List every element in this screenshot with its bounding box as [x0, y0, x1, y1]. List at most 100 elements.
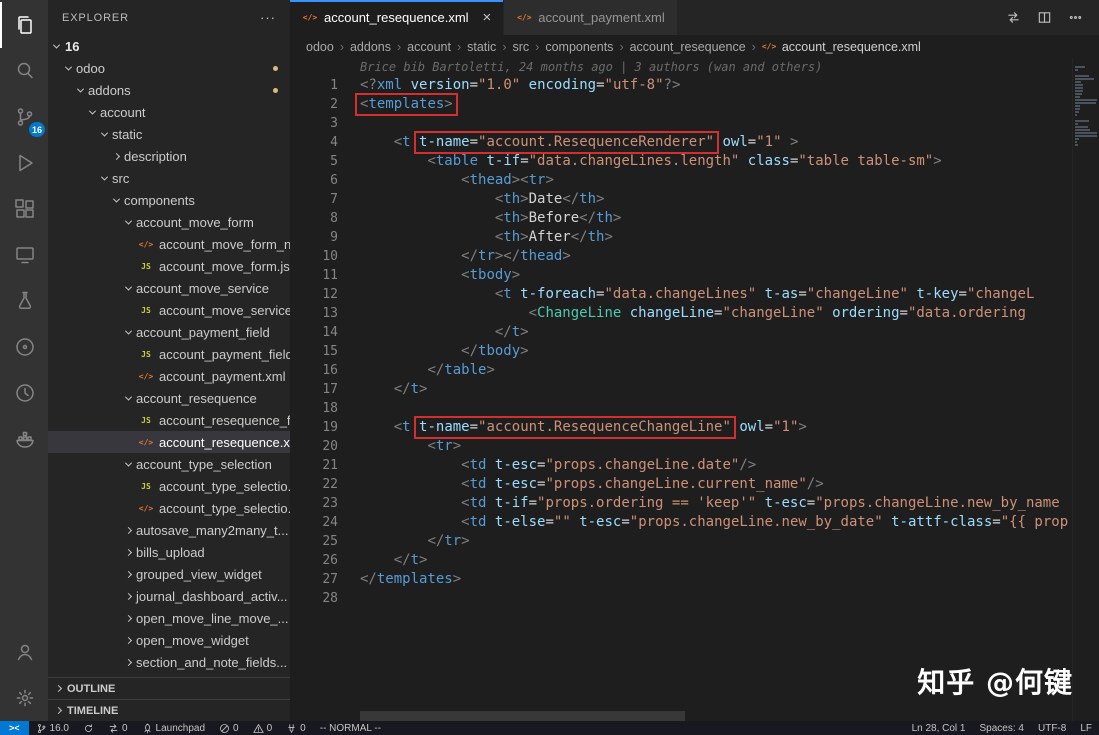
extension-circle-icon[interactable] — [0, 324, 48, 370]
tree-item-section-and-note-fields-[interactable]: section_and_note_fields... — [48, 651, 290, 673]
tree-item-autosave-many2many-t-[interactable]: autosave_many2many_t... — [48, 519, 290, 541]
more-actions-icon[interactable]: ··· — [260, 10, 276, 25]
scrollbar-thumb[interactable] — [360, 711, 685, 721]
cursor-position[interactable]: Ln 28, Col 1 — [905, 721, 973, 735]
code-line[interactable]: 6 <thead><tr> — [290, 171, 1099, 190]
code-line[interactable]: 14 </t> — [290, 323, 1099, 342]
code-line[interactable]: 8 <th>Before</th> — [290, 209, 1099, 228]
breadcrumb-item[interactable]: odoo — [306, 40, 334, 54]
close-icon[interactable]: × — [483, 10, 492, 25]
code-line[interactable]: 7 <th>Date</th> — [290, 190, 1099, 209]
tree-item-account-move-service[interactable]: account_move_service — [48, 277, 290, 299]
breadcrumb-item[interactable]: src — [512, 40, 529, 54]
sync-changes[interactable] — [76, 721, 101, 735]
extensions-icon[interactable] — [0, 186, 48, 232]
vim-mode[interactable]: -- NORMAL -- — [313, 721, 388, 735]
code-line[interactable]: 15 </tbody> — [290, 342, 1099, 361]
code-line[interactable]: 1 <?xml version="1.0" encoding="utf-8"?> — [290, 76, 1099, 95]
sidebar-panel-timeline[interactable]: TIMELINE — [48, 699, 290, 721]
tab-account-resequence-xml[interactable]: </> account_resequence.xml × — [290, 0, 505, 35]
code-line[interactable]: 12 <t t-foreach="data.changeLines" t-as=… — [290, 285, 1099, 304]
remote-indicator[interactable]: >< — [0, 721, 29, 735]
sidebar-panel-outline[interactable]: OUTLINE — [48, 677, 290, 699]
tree-item-addons[interactable]: addons — [48, 79, 290, 101]
tree-item-open-move-line-move-[interactable]: open_move_line_move_... — [48, 607, 290, 629]
encoding[interactable]: UTF-8 — [1031, 721, 1073, 735]
breadcrumb-item[interactable]: static — [467, 40, 496, 54]
tree-item-account-move-form-n-[interactable]: </> account_move_form_n... — [48, 233, 290, 255]
manage-icon[interactable] — [0, 675, 48, 721]
tree-item-account-resequence-xml[interactable]: </> account_resequence.xml — [48, 431, 290, 453]
tree-item-account-payment-field-js[interactable]: JS account_payment_field.js — [48, 343, 290, 365]
extension-clock-icon[interactable] — [0, 370, 48, 416]
tree-item-static[interactable]: static — [48, 123, 290, 145]
tree-item-account-type-selectio-[interactable]: JS account_type_selectio... — [48, 475, 290, 497]
minimap[interactable] — [1072, 58, 1099, 721]
git-blame-annotation[interactable]: Brice bib Bartoletti, 24 months ago | 3 … — [290, 58, 1099, 76]
horizontal-scrollbar[interactable] — [360, 711, 1072, 721]
testing-icon[interactable] — [0, 278, 48, 324]
search-icon[interactable] — [0, 48, 48, 94]
tree-item-components[interactable]: components — [48, 189, 290, 211]
problems-errors[interactable]: 0 — [212, 721, 246, 735]
code-line[interactable]: 3 — [290, 114, 1099, 133]
code-line[interactable]: 19 <t t-name="account.ResequenceChangeLi… — [290, 416, 1099, 439]
eol[interactable]: LF — [1073, 721, 1099, 735]
code-line[interactable]: 22 <td t-esc="props.changeLine.current_n… — [290, 475, 1099, 494]
code-line[interactable]: 9 <th>After</th> — [290, 228, 1099, 247]
breadcrumb-item[interactable]: account — [407, 40, 451, 54]
code-line[interactable]: 27 </templates> — [290, 570, 1099, 589]
tree-item-open-move-widget[interactable]: open_move_widget — [48, 629, 290, 651]
tree-item-description[interactable]: description — [48, 145, 290, 167]
code-line[interactable]: 16 </table> — [290, 361, 1099, 380]
breadcrumb-item[interactable]: components — [545, 40, 613, 54]
code-line[interactable]: 2 <templates> — [290, 93, 1099, 116]
accounts-icon[interactable] — [0, 629, 48, 675]
code-line[interactable]: 17 </t> — [290, 380, 1099, 399]
code-line[interactable]: 10 </tr></thead> — [290, 247, 1099, 266]
tree-item-account[interactable]: account — [48, 101, 290, 123]
launchpad[interactable]: Launchpad — [135, 721, 213, 735]
remote-explorer-icon[interactable] — [0, 232, 48, 278]
editor[interactable]: Brice bib Bartoletti, 24 months ago | 3 … — [290, 58, 1099, 721]
tree-item-src[interactable]: src — [48, 167, 290, 189]
code-line[interactable]: 18 — [290, 399, 1099, 418]
code-line[interactable]: 20 <tr> — [290, 437, 1099, 456]
tree-item-account-move-service-js[interactable]: JS account_move_service.js — [48, 299, 290, 321]
source-control-icon[interactable]: 16 — [0, 94, 48, 140]
code-line[interactable]: 28 — [290, 589, 1099, 608]
problems-warnings[interactable]: 0 — [246, 721, 280, 735]
tree-item-journal-dashboard-activ-[interactable]: journal_dashboard_activ... — [48, 585, 290, 607]
breadcrumb-item[interactable]: account_resequence.xml — [782, 40, 921, 54]
tree-item-account-move-form[interactable]: account_move_form — [48, 211, 290, 233]
tree-item-account-move-form-js[interactable]: JS account_move_form.js — [48, 255, 290, 277]
tree-item-odoo[interactable]: odoo — [48, 57, 290, 79]
indentation[interactable]: Spaces: 4 — [973, 721, 1031, 735]
breadcrumb-item[interactable]: account_resequence — [630, 40, 746, 54]
tree-item-account-resequence[interactable]: account_resequence — [48, 387, 290, 409]
code-line[interactable]: 21 <td t-esc="props.changeLine.date"/> — [290, 456, 1099, 475]
tree-item-bills-upload[interactable]: bills_upload — [48, 541, 290, 563]
open-changes-icon[interactable] — [1006, 10, 1021, 25]
tab-account-payment-xml[interactable]: </> account_payment.xml — [504, 0, 678, 35]
code-line[interactable]: 11 <tbody> — [290, 266, 1099, 285]
tree-item-account-resequence-fi-[interactable]: JS account_resequence_fi... — [48, 409, 290, 431]
code-line[interactable]: 26 </t> — [290, 551, 1099, 570]
git-branch[interactable]: 16.0 — [29, 721, 76, 735]
code-line[interactable]: 24 <td t-else="" t-esc="props.changeLine… — [290, 513, 1099, 532]
tree-item-grouped-view-widget[interactable]: grouped_view_widget — [48, 563, 290, 585]
split-editor-icon[interactable] — [1037, 10, 1052, 25]
breadcrumb-item[interactable]: addons — [350, 40, 391, 54]
code-line[interactable]: 13 <ChangeLine changeLine = "changeLine" o… — [290, 304, 1099, 323]
more-actions-icon[interactable] — [1068, 10, 1083, 25]
workspace-root-folder[interactable]: 16 — [48, 35, 290, 57]
compare-changes[interactable]: 0 — [101, 721, 135, 735]
code-line[interactable]: 23 <td t-if="props.ordering == 'keep'" t… — [290, 494, 1099, 513]
tree-item-account-type-selection[interactable]: account_type_selection — [48, 453, 290, 475]
code-line[interactable]: 5 <table t-if="data.changeLines.length" … — [290, 152, 1099, 171]
code-line[interactable]: 4 <t t-name="account.ResequenceRenderer"… — [290, 131, 1099, 154]
code-line[interactable]: 25 </tr> — [290, 532, 1099, 551]
explorer-icon[interactable] — [0, 2, 48, 48]
run-and-debug-icon[interactable] — [0, 140, 48, 186]
tree-item-account-payment-field[interactable]: account_payment_field — [48, 321, 290, 343]
